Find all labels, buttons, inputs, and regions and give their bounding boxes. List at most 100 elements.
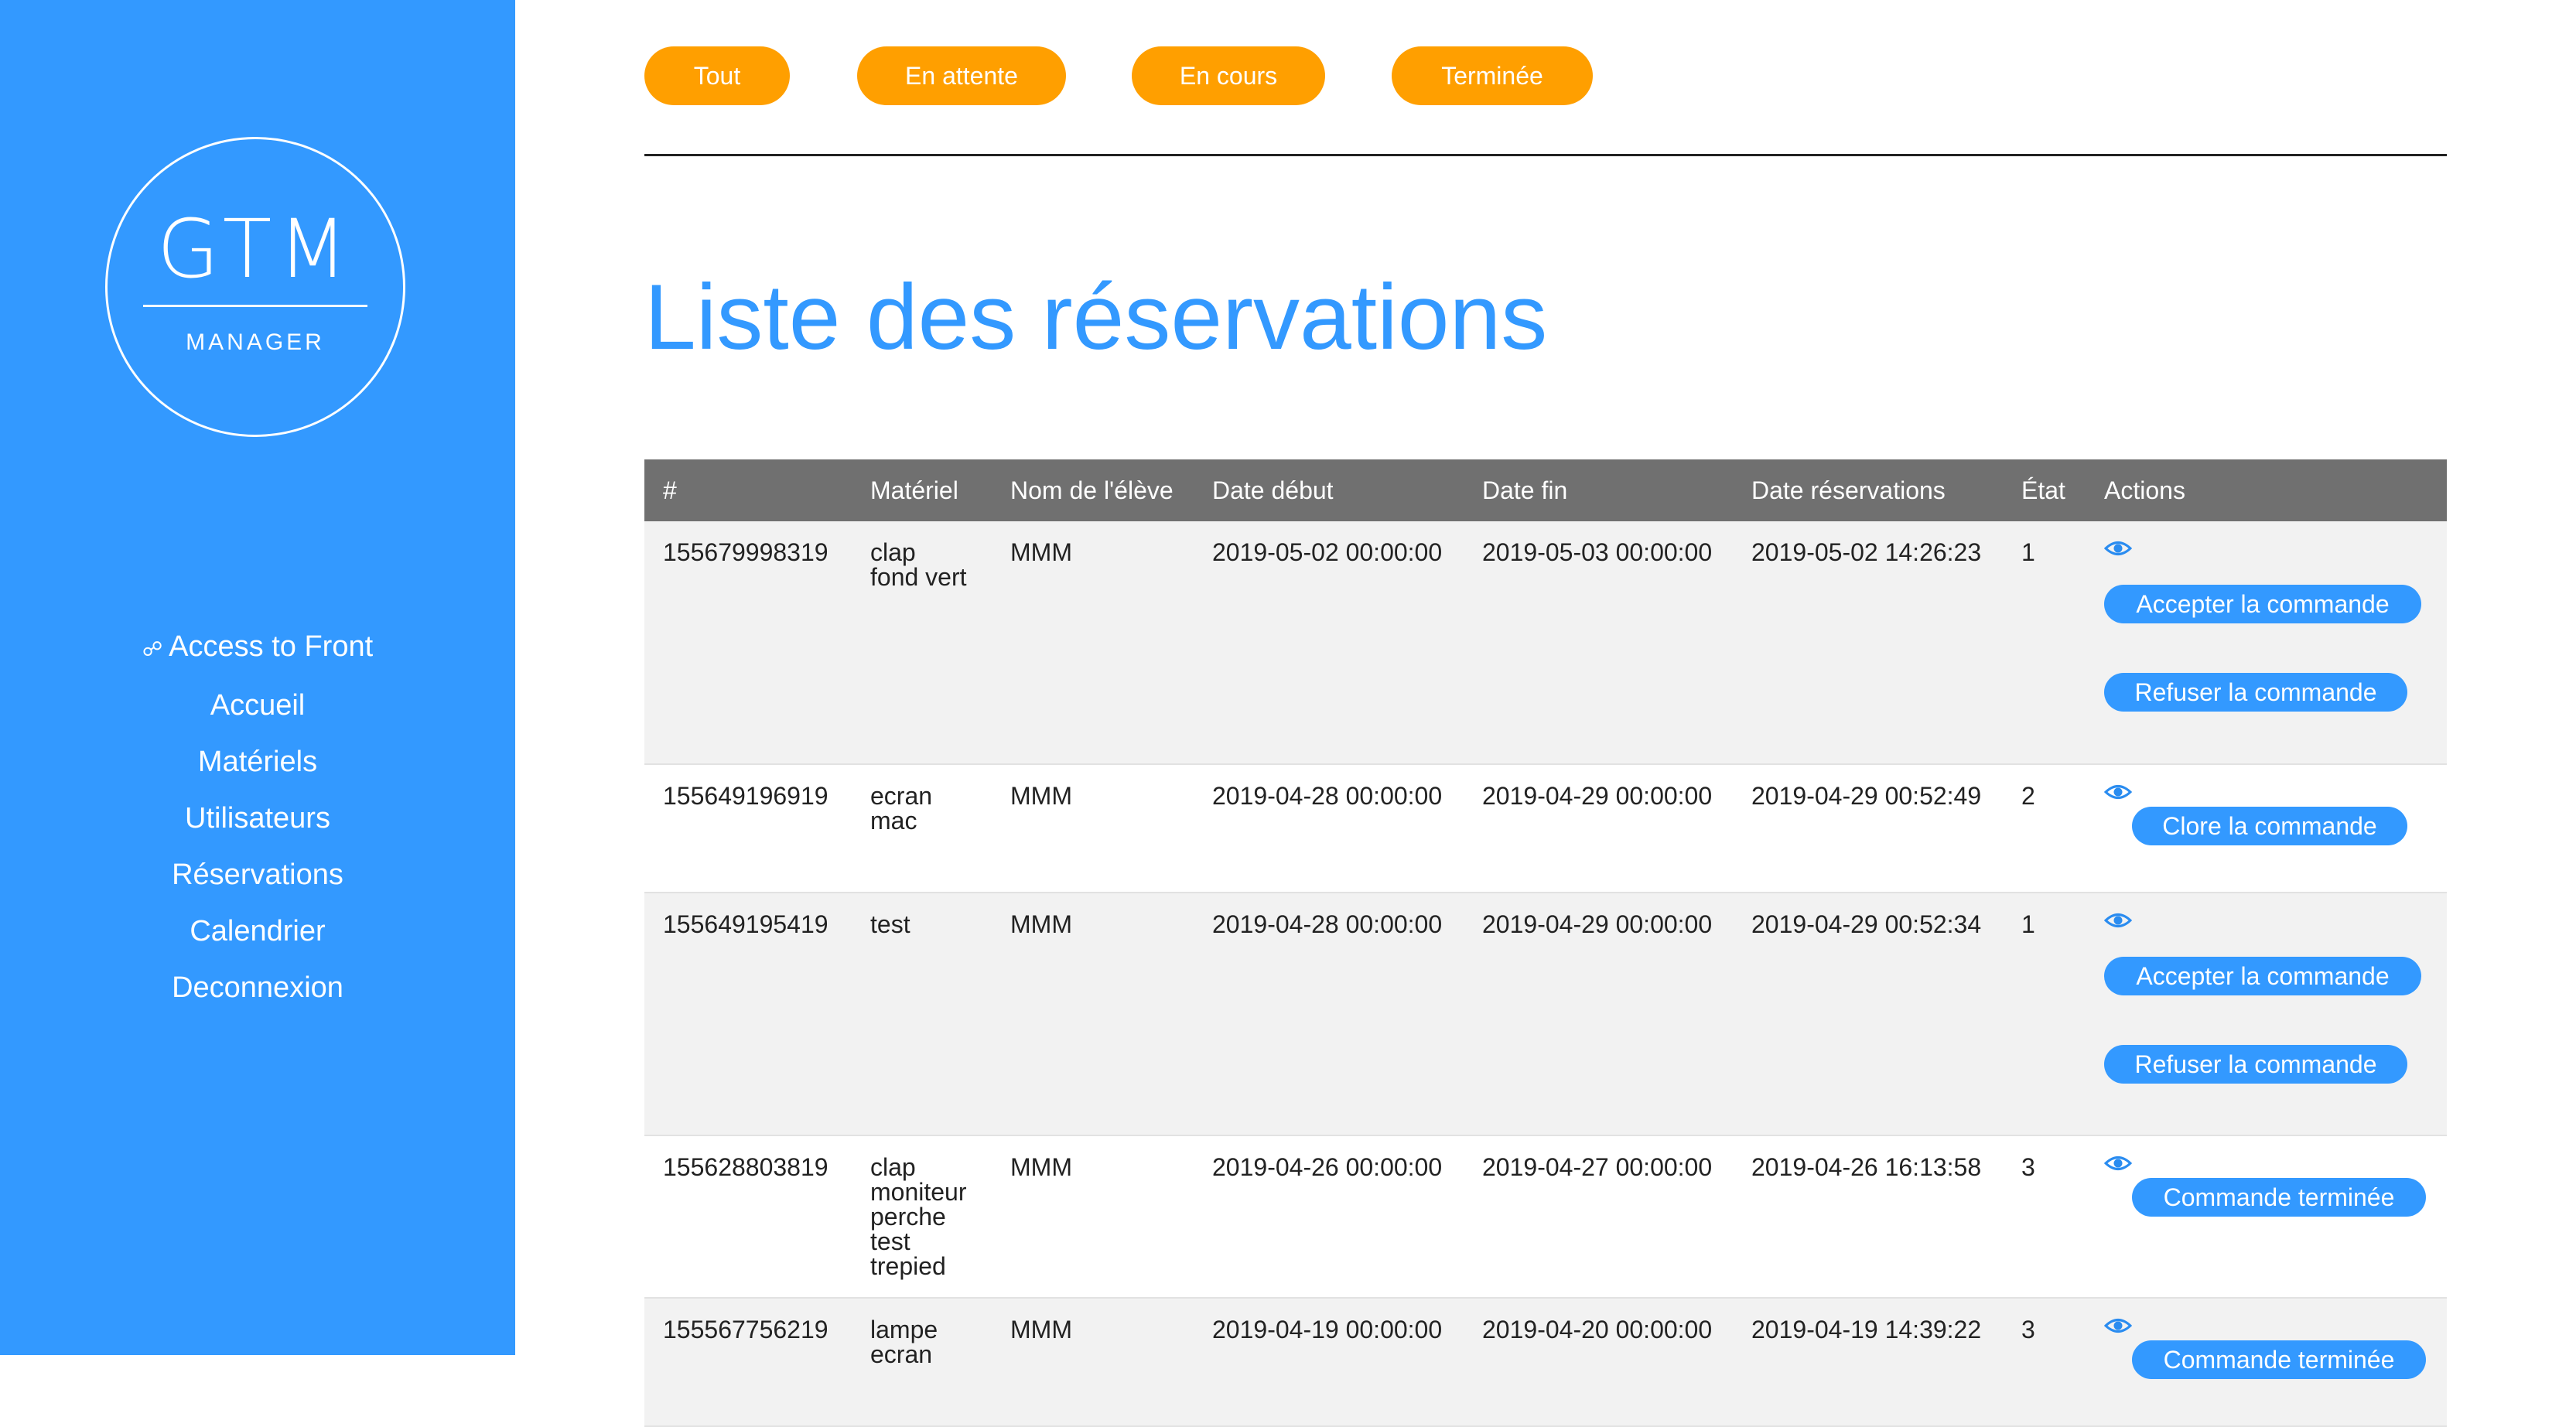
eye-icon[interactable]: [2104, 1155, 2132, 1172]
cell-id: 155679998319: [644, 521, 852, 765]
cell-id: 155567756219: [644, 1298, 852, 1427]
cell-materiel: ecran mac: [852, 764, 992, 893]
cell-date-fin: 2019-04-29 00:00:00: [1464, 764, 1733, 893]
sidebar-item-materiels[interactable]: Matériels: [0, 734, 515, 790]
materiel-item: fond vert: [870, 563, 967, 591]
cell-actions: Clore la commande: [2086, 764, 2447, 893]
cell-etat: 3: [2003, 1298, 2086, 1427]
filter-en-attente-button[interactable]: En attente: [857, 46, 1066, 105]
gtm-manager-logo[interactable]: GTM MANAGER: [105, 137, 405, 437]
materiel-item: test: [870, 910, 910, 938]
cell-date-reservation: 2019-04-19 14:39:22: [1733, 1298, 2003, 1427]
cell-eleve: MMM: [992, 764, 1194, 893]
eye-icon[interactable]: [2104, 783, 2132, 801]
cell-date-debut: 2019-04-28 00:00:00: [1194, 764, 1464, 893]
sidebar-item-calendrier[interactable]: Calendrier: [0, 903, 515, 960]
cell-date-fin: 2019-04-27 00:00:00: [1464, 1135, 1733, 1299]
cell-date-reservation: 2019-05-02 14:26:23: [1733, 521, 2003, 765]
refuse-order-button[interactable]: Refuser la commande: [2104, 1045, 2407, 1084]
order-completed-button[interactable]: Commande terminée: [2132, 1178, 2426, 1217]
cell-materiel: clap moniteur perche test trepied: [852, 1135, 992, 1299]
materiel-item: ecran: [870, 1340, 933, 1368]
materiel-item: moniteur: [870, 1178, 967, 1206]
cell-date-reservation: 2019-04-29 00:52:49: [1733, 764, 2003, 893]
sidebar: GTM MANAGER ☍ Access to Front Accueil Mat…: [0, 0, 515, 1355]
column-header-materiel: Matériel: [852, 459, 992, 521]
logo-main-text: GTM: [156, 202, 354, 296]
sidebar-item-reservations[interactable]: Réservations: [0, 847, 515, 903]
table-row: 155649196919 ecran mac MMM 2019-04-28 00…: [644, 764, 2447, 893]
filter-tout-button[interactable]: Tout: [644, 46, 790, 105]
sidebar-item-accueil[interactable]: Accueil: [0, 678, 515, 734]
cell-eleve: MMM: [992, 1298, 1194, 1427]
page-title: Liste des réservations: [644, 265, 1548, 369]
column-header-etat: État: [2003, 459, 2086, 521]
cell-actions: Accepter la commande Refuser la commande: [2086, 521, 2447, 765]
cell-date-reservation: 2019-04-29 00:52:34: [1733, 893, 2003, 1136]
cell-actions: Commande terminée: [2086, 1135, 2447, 1299]
cell-etat: 1: [2003, 893, 2086, 1136]
materiel-item: ecran: [870, 782, 933, 810]
reservations-table: # Matériel Nom de l'élève Date début Dat…: [644, 459, 2447, 1427]
column-header-date-reservations: Date réservations: [1733, 459, 2003, 521]
table-row: 155649195419 test MMM 2019-04-28 00:00:0…: [644, 893, 2447, 1136]
sidebar-item-deconnexion[interactable]: Deconnexion: [0, 960, 515, 1016]
materiel-item: mac: [870, 807, 917, 835]
cell-etat: 3: [2003, 1135, 2086, 1299]
logo-divider: [143, 305, 367, 307]
table-header-row: # Matériel Nom de l'élève Date début Dat…: [644, 459, 2447, 521]
refuse-order-button[interactable]: Refuser la commande: [2104, 673, 2407, 712]
cell-date-debut: 2019-04-28 00:00:00: [1194, 893, 1464, 1136]
filter-en-cours-button[interactable]: En cours: [1132, 46, 1325, 105]
cell-date-debut: 2019-04-26 00:00:00: [1194, 1135, 1464, 1299]
order-completed-button[interactable]: Commande terminée: [2132, 1340, 2426, 1379]
cell-date-debut: 2019-04-19 00:00:00: [1194, 1298, 1464, 1427]
cell-eleve: MMM: [992, 1135, 1194, 1299]
column-header-id: #: [644, 459, 852, 521]
cell-id: 155649196919: [644, 764, 852, 893]
cell-id: 155628803819: [644, 1135, 852, 1299]
cell-etat: 2: [2003, 764, 2086, 893]
accept-order-button[interactable]: Accepter la commande: [2104, 585, 2421, 623]
eye-icon[interactable]: [2104, 912, 2132, 929]
filter-terminee-button[interactable]: Terminée: [1392, 46, 1593, 105]
cell-materiel: lampe ecran: [852, 1298, 992, 1427]
column-header-actions: Actions: [2086, 459, 2447, 521]
eye-icon[interactable]: [2104, 540, 2132, 557]
sidebar-nav: ☍ Access to Front Accueil Matériels Utili…: [0, 619, 515, 1016]
cell-etat: 1: [2003, 521, 2086, 765]
cell-id: 155649195419: [644, 893, 852, 1136]
close-order-button[interactable]: Clore la commande: [2132, 807, 2407, 845]
cell-date-fin: 2019-04-29 00:00:00: [1464, 893, 1733, 1136]
materiel-item: clap: [870, 1153, 916, 1181]
column-header-eleve: Nom de l'élève: [992, 459, 1194, 521]
materiel-item: clap: [870, 538, 916, 566]
cell-eleve: MMM: [992, 893, 1194, 1136]
cell-date-fin: 2019-04-20 00:00:00: [1464, 1298, 1733, 1427]
logo-sub-text: MANAGER: [186, 329, 325, 355]
cell-date-debut: 2019-05-02 00:00:00: [1194, 521, 1464, 765]
table-row: 155628803819 clap moniteur perche test t…: [644, 1135, 2447, 1299]
cell-materiel: clap fond vert: [852, 521, 992, 765]
cell-date-reservation: 2019-04-26 16:13:58: [1733, 1135, 2003, 1299]
materiel-item: lampe: [870, 1316, 938, 1343]
cell-eleve: MMM: [992, 521, 1194, 765]
table-row: 155567756219 lampe ecran MMM 2019-04-19 …: [644, 1298, 2447, 1427]
eye-icon[interactable]: [2104, 1317, 2132, 1334]
column-header-date-fin: Date fin: [1464, 459, 1733, 521]
sidebar-item-access-to-front[interactable]: ☍ Access to Front: [0, 619, 515, 678]
sidebar-item-utilisateurs[interactable]: Utilisateurs: [0, 790, 515, 847]
cell-materiel: test: [852, 893, 992, 1136]
cell-actions: Accepter la commande Refuser la commande: [2086, 893, 2447, 1136]
header-divider: [644, 154, 2447, 156]
column-header-date-debut: Date début: [1194, 459, 1464, 521]
materiel-item: test: [870, 1227, 910, 1255]
table-row: 155679998319 clap fond vert MMM 2019-05-…: [644, 521, 2447, 765]
cell-actions: Commande terminée: [2086, 1298, 2447, 1427]
cell-date-fin: 2019-05-03 00:00:00: [1464, 521, 1733, 765]
sidebar-item-label: Access to Front: [169, 630, 374, 663]
accept-order-button[interactable]: Accepter la commande: [2104, 957, 2421, 995]
materiel-item: trepied: [870, 1252, 946, 1280]
materiel-item: perche: [870, 1203, 946, 1231]
link-icon: ☍: [142, 637, 163, 661]
